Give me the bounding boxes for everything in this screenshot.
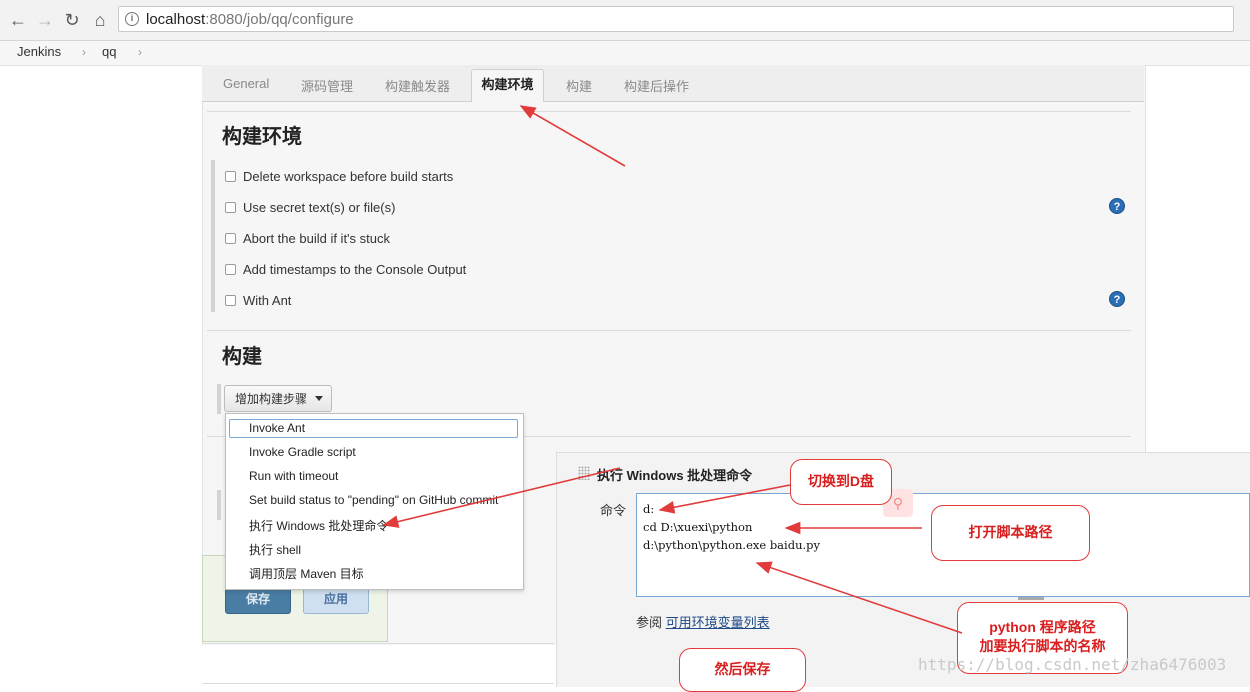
arrow-to-menu-item [382,467,621,528]
watermark: https://blog.csdn.net/zha6476003 [918,655,1227,674]
arrow-to-tab [519,105,626,167]
annotation-arrows [382,105,963,634]
arrow-to-python [755,561,963,634]
arrow-to-drive [658,484,791,514]
